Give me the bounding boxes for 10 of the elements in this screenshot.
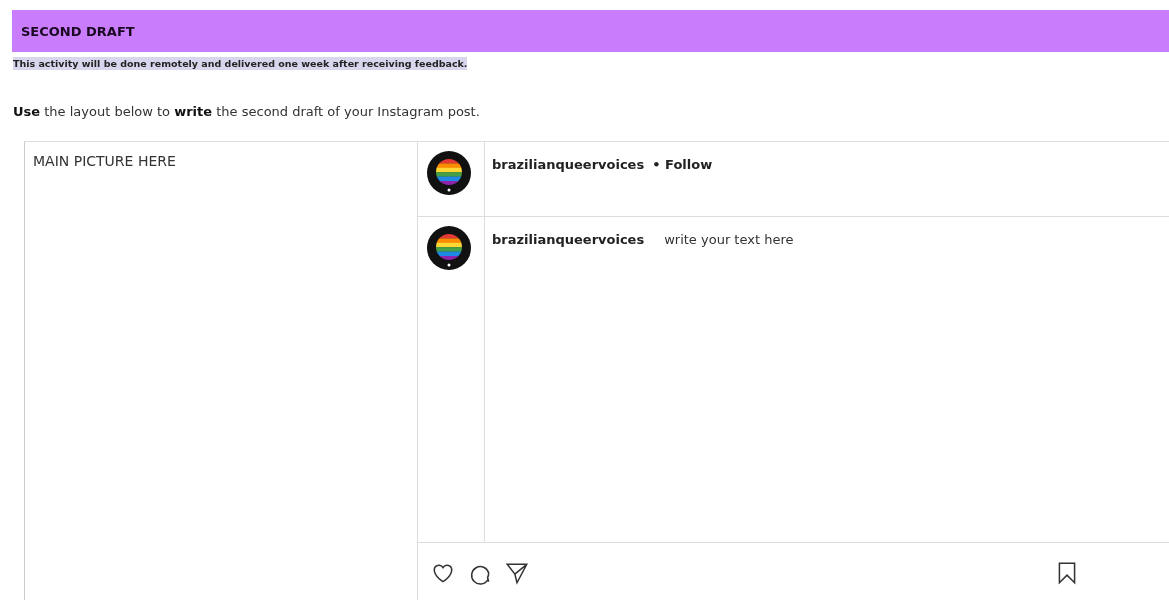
caption-text: write your text here xyxy=(664,232,794,247)
section-title: SECOND DRAFT xyxy=(21,23,135,39)
picture-placeholder-label: MAIN PICTURE HERE xyxy=(33,153,176,169)
activity-note: This activity will be done remotely and delivered one week after receiving feedback. xyxy=(13,57,468,70)
username: brazilianqueervoices xyxy=(492,157,645,172)
username: brazilianqueervoices xyxy=(492,232,645,247)
rainbow-logo-icon xyxy=(426,225,472,271)
follow-link[interactable]: • Follow xyxy=(652,157,713,172)
instruction-text: Use the layout below to write the second draft of your Instagram post. xyxy=(13,104,481,119)
rainbow-logo-icon xyxy=(426,150,472,196)
